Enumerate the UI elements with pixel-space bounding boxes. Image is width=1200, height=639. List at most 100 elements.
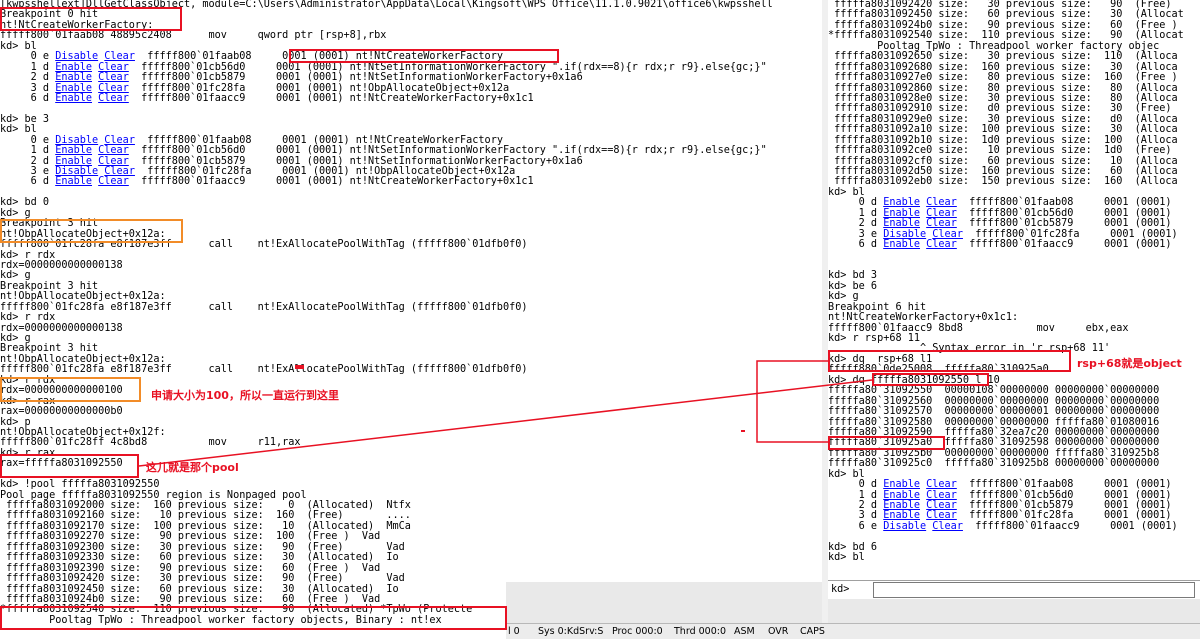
bp-text: fffff800`01cb5879 0001 (0001) nt!NtSetIn…: [128, 72, 583, 84]
bp-text: 0 d: [828, 197, 884, 209]
annotation-pool: 这儿就是那个pool: [146, 461, 239, 474]
bp-enable-link[interactable]: Enable: [883, 239, 920, 250]
bp-text: fffff800`01fc28fa 0001 (0001) nt!ObpAllo…: [128, 82, 510, 94]
right-output-line: [828, 261, 1200, 271]
bp-disable-link[interactable]: Disable: [883, 229, 926, 240]
left-output-line: fffff800`01fc28ff 4c8bd8 mov r11,rax: [0, 437, 301, 449]
bp-disable-link[interactable]: Disable: [55, 51, 98, 62]
right-output-line: kd> bl: [828, 552, 865, 564]
right-output-lines: fffffa8031092420 size: 30 previous size:…: [828, 0, 1200, 564]
bp-clear-link[interactable]: Clear: [926, 218, 957, 229]
bp-clear-link[interactable]: Clear: [98, 93, 129, 104]
left-output-line: kd> g: [0, 333, 31, 344]
bp-clear-link[interactable]: Clear: [98, 83, 129, 94]
right-command-output[interactable]: fffffa8031092420 size: 30 previous size:…: [828, 0, 1200, 597]
bp-enable-link[interactable]: Enable: [883, 197, 920, 208]
bp-clear-link[interactable]: Clear: [98, 176, 129, 187]
bp-enable-link[interactable]: Enable: [55, 145, 92, 156]
status-ovr[interactable]: OVR: [768, 626, 788, 637]
right-output-line: fffffa80310927e0 size: 80 previous size:…: [828, 72, 1178, 84]
bp-text: 6 d: [0, 176, 56, 188]
bp-text: fffff800`01faab08 0001 (0001): [956, 479, 1172, 491]
bp-text: fffff800`01cb56d0 0001 (0001) nt!NtSetIn…: [128, 145, 767, 157]
left-output-line: rdx=0000000000000138: [0, 259, 123, 271]
left-command-output[interactable]: [kwpsshellext]DllGetClassObject, module=…: [0, 0, 822, 625]
bp-text: 2 d: [0, 155, 56, 167]
bp-text: 0 e: [0, 51, 56, 63]
bp-enable-link[interactable]: Enable: [883, 490, 920, 501]
right-output-line: 6 d Enable Clear fffff800`01faacc9 0001 …: [828, 239, 1200, 251]
left-output-line: 6 d Enable Clear fffff800`01faacc9 0001 …: [0, 92, 822, 104]
bp-text: 3 d: [0, 82, 56, 94]
bp-enable-link[interactable]: Enable: [55, 83, 92, 94]
status-sys: Sys 0:KdSrv:S: [538, 626, 604, 637]
annotation-object: rsp+68就是object: [1077, 357, 1182, 370]
bp-text: fffff800`01cb56d0 0001 (0001) nt!NtSetIn…: [128, 61, 767, 73]
bp-enable-link[interactable]: Enable: [883, 510, 920, 521]
status-proc: Proc 000:0: [612, 626, 663, 637]
bp-enable-link[interactable]: Enable: [55, 72, 92, 83]
left-output-line: fffff800`01faab08 48895c2408 mov qword p…: [0, 30, 387, 42]
bp-text: fffff800`01faacc9 0001 (0001): [962, 520, 1178, 532]
left-output-line: kd> g: [0, 207, 31, 219]
bp-clear-link[interactable]: Clear: [926, 479, 957, 490]
bp-clear-link[interactable]: Clear: [98, 62, 129, 73]
right-output-line: fffffa80`31092570 00000000`00000001 0000…: [828, 406, 1160, 418]
bp-clear-link[interactable]: Clear: [104, 51, 135, 62]
right-output-line: kd> be 6: [828, 280, 878, 292]
bp-text: fffff800`01faacc9 0001 (0001): [956, 239, 1172, 251]
bp-text: 3 e: [828, 228, 884, 240]
highlight-pool-addr: [872, 373, 989, 386]
left-output-line: kd> !pool fffffa8031092550: [0, 479, 160, 491]
bp-enable-link[interactable]: Enable: [883, 479, 920, 490]
left-output-line: kd> be 3: [0, 113, 50, 125]
bp-text: fffff800`01faacc9 0001 (0001) nt!NtCreat…: [128, 176, 534, 188]
bp-text: 1 d: [0, 61, 56, 73]
left-output-line: rdx=0000000000000138: [0, 322, 123, 334]
bp-clear-link[interactable]: Clear: [932, 229, 963, 240]
highlight-rax: [0, 454, 139, 478]
highlight-breakpoint0: [0, 7, 182, 31]
bp-clear-link[interactable]: Clear: [926, 197, 957, 208]
bp-enable-link[interactable]: Enable: [55, 176, 92, 187]
bp-enable-link[interactable]: Enable: [55, 62, 92, 73]
highlight-breakpoint3: [0, 219, 183, 243]
bp-enable-link[interactable]: Enable: [883, 218, 920, 229]
bp-clear-link[interactable]: Clear: [98, 156, 129, 167]
bp-clear-link[interactable]: Clear: [932, 521, 963, 532]
right-output-line: 6 e Disable Clear fffff800`01faacc9 0001…: [828, 520, 1200, 532]
bp-text: 6 d: [828, 239, 884, 251]
bp-clear-link[interactable]: Clear: [926, 510, 957, 521]
bp-clear-link[interactable]: Clear: [926, 490, 957, 501]
highlight-dq-rsp: [828, 350, 1071, 372]
status-bar: l 0 Sys 0:KdSrv:S Proc 000:0 Thrd 000:0 …: [506, 623, 1200, 639]
right-output-line: kd> bd 3: [828, 270, 878, 282]
bp-text: fffff800`01cb5879 0001 (0001) nt!NtSetIn…: [128, 155, 583, 167]
command-input[interactable]: [873, 582, 1195, 598]
bp-text: 6 d: [0, 92, 56, 104]
bp-text: 1 d: [0, 145, 56, 157]
bp-text: fffff800`01cb5879 0001 (0001): [956, 218, 1172, 230]
highlight-ntcreateworkerfactory: [289, 49, 559, 63]
bp-text: 2 d: [0, 72, 56, 84]
bp-enable-link[interactable]: Enable: [55, 93, 92, 104]
status-caps[interactable]: CAPS: [800, 626, 825, 637]
bp-text: 2 d: [828, 218, 884, 230]
bp-enable-link[interactable]: Enable: [55, 156, 92, 167]
right-output-line: [828, 251, 1200, 261]
left-output-line: kd> r rdx: [0, 249, 56, 261]
left-output-line: kd> bd 0: [0, 197, 50, 209]
highlight-object-addr: [828, 436, 945, 450]
command-bar: kd>: [828, 580, 1200, 599]
command-prompt: kd>: [831, 584, 850, 595]
bp-clear-link[interactable]: Clear: [98, 145, 129, 156]
bp-clear-link[interactable]: Clear: [98, 72, 129, 83]
bp-disable-link[interactable]: Disable: [883, 521, 926, 532]
bp-text: fffff800`01cb56d0 0001 (0001): [956, 489, 1172, 501]
bp-clear-link[interactable]: Clear: [926, 239, 957, 250]
status-asm[interactable]: ASM: [734, 626, 755, 637]
right-output-line: fffffa8031092eb0 size: 150 previous size…: [828, 176, 1178, 188]
right-output-line: fffffa80`310925c0 fffffa80`310925b8 0000…: [828, 458, 1160, 470]
highlight-tpwo: [0, 606, 507, 630]
workspace-background: [506, 582, 822, 625]
